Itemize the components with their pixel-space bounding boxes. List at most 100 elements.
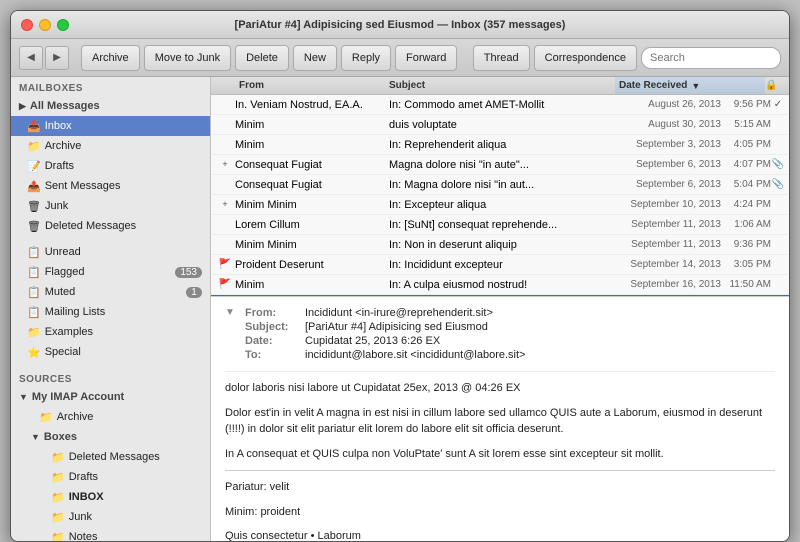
to-label: To: bbox=[245, 349, 305, 361]
from-cell: Minim bbox=[235, 119, 385, 131]
forward-button[interactable]: ▶ bbox=[45, 46, 69, 70]
minimize-button[interactable] bbox=[39, 19, 51, 31]
table-row[interactable]: In. Veniam Nostrud, EA.A. In: Commodo am… bbox=[211, 95, 789, 115]
sidebar-item-examples[interactable]: 📁 Examples bbox=[11, 322, 210, 342]
drafts-icon: 📝 bbox=[27, 160, 41, 173]
sidebar: MAILBOXES ▶ All Messages 📥 Inbox 📁 Archi… bbox=[11, 77, 211, 541]
archive-label: Archive bbox=[45, 140, 82, 152]
subject-cell: duis voluptate bbox=[385, 119, 591, 131]
sent-icon: 📤 bbox=[27, 180, 41, 193]
sidebar-item-src-notes[interactable]: 📁 Notes bbox=[11, 527, 210, 541]
special-label: Special bbox=[45, 346, 81, 358]
sidebar-item-flagged[interactable]: 📋 Flagged 153 bbox=[11, 262, 210, 282]
triangle-icon: ▼ bbox=[31, 432, 40, 442]
expand-icon: + bbox=[222, 159, 227, 169]
sidebar-item-junk[interactable]: 🗑 Junk bbox=[11, 196, 210, 216]
sidebar-item-unread[interactable]: 📋 Unread bbox=[11, 242, 210, 262]
sidebar-item-my-imap[interactable]: ▼ My IMAP Account bbox=[11, 387, 210, 407]
flagged-label: Flagged bbox=[45, 266, 85, 278]
preview-header: ▼ From: Incididunt <in-irure@reprehender… bbox=[225, 307, 775, 372]
expand-icon: + bbox=[222, 199, 227, 209]
examples-label: Examples bbox=[45, 326, 93, 338]
deleted-icon: 🗑 bbox=[27, 220, 41, 233]
col-from-header[interactable]: From bbox=[235, 80, 385, 91]
src-junk-label: Junk bbox=[69, 511, 92, 523]
col-subject-header[interactable]: Subject bbox=[385, 80, 615, 91]
src-inbox-label: INBOX bbox=[69, 491, 104, 503]
preview-body-footer1: Pariatur: velit bbox=[225, 479, 775, 496]
col-date-header[interactable]: Date Received ▼ bbox=[615, 77, 765, 94]
sidebar-item-mailing-lists[interactable]: 📋 Mailing Lists bbox=[11, 302, 210, 322]
titlebar: [PariAtur #4] Adipisicing sed Eiusmod — … bbox=[11, 11, 789, 39]
preview-body: dolor laboris nisi labore ut Cupidatat 2… bbox=[225, 380, 775, 541]
sidebar-group-all-messages[interactable]: ▶ All Messages bbox=[11, 96, 210, 116]
maximize-button[interactable] bbox=[57, 19, 69, 31]
sidebar-item-muted[interactable]: 📋 Muted 1 bbox=[11, 282, 210, 302]
from-cell: Consequat Fugiat bbox=[235, 159, 385, 171]
src-notes-icon: 📁 bbox=[51, 531, 65, 542]
src-boxes-label: Boxes bbox=[44, 431, 77, 443]
table-row[interactable]: 🚩 Minim In: A culpa eiusmod nostrud! Sep… bbox=[211, 275, 789, 295]
subject-cell: In: Incididunt excepteur bbox=[385, 259, 591, 271]
preview-date-line: Date: Cupidatat 25, 2013 6:26 EX bbox=[245, 335, 775, 347]
sidebar-item-src-boxes[interactable]: ▼ Boxes bbox=[11, 427, 210, 447]
preview-from: Incididunt <in-irure@reprehenderit.sit> bbox=[305, 307, 775, 319]
src-inbox-icon: 📁 bbox=[51, 491, 65, 504]
mailing-lists-label: Mailing Lists bbox=[45, 306, 106, 318]
time-cell: 1:06 AM bbox=[721, 219, 771, 230]
delete-button[interactable]: Delete bbox=[235, 45, 289, 71]
toolbar: ◀ ▶ Archive Move to Junk Delete New Repl… bbox=[11, 39, 789, 77]
new-button[interactable]: New bbox=[293, 45, 337, 71]
sidebar-item-drafts[interactable]: 📝 Drafts bbox=[11, 156, 210, 176]
sidebar-item-archive[interactable]: 📁 Archive bbox=[11, 136, 210, 156]
preview-body-intro: dolor laboris nisi labore ut Cupidatat 2… bbox=[225, 380, 775, 397]
forward-button[interactable]: Forward bbox=[395, 45, 457, 71]
sort-indicator: ▼ bbox=[691, 81, 700, 91]
date-cell: September 3, 2013 bbox=[591, 139, 721, 150]
flag-cell: 🚩 bbox=[215, 279, 235, 290]
move-to-junk-button[interactable]: Move to Junk bbox=[144, 45, 231, 71]
reply-button[interactable]: Reply bbox=[341, 45, 391, 71]
time-cell: 4:05 PM bbox=[721, 139, 771, 150]
sidebar-item-src-drafts[interactable]: 📁 Drafts bbox=[11, 467, 210, 487]
sent-label: Sent Messages bbox=[45, 180, 121, 192]
sidebar-item-src-inbox[interactable]: 📁 INBOX bbox=[11, 487, 210, 507]
sidebar-item-src-archive[interactable]: 📁 Archive bbox=[11, 407, 210, 427]
inbox-label: Inbox bbox=[45, 120, 72, 132]
table-row[interactable]: 🚩 Proident Deserunt In: Incididunt excep… bbox=[211, 255, 789, 275]
close-button[interactable] bbox=[21, 19, 33, 31]
subject-cell: In: A culpa eiusmod nostrud! bbox=[385, 279, 591, 291]
flagged-badge: 153 bbox=[175, 267, 202, 278]
special-icon: ⭐ bbox=[27, 346, 41, 359]
table-row[interactable]: + Minim Minim In: Excepteur aliqua Septe… bbox=[211, 195, 789, 215]
subject-cell: In: Excepteur aliqua bbox=[385, 199, 591, 211]
sidebar-item-sent[interactable]: 📤 Sent Messages bbox=[11, 176, 210, 196]
sidebar-item-src-deleted[interactable]: 📁 Deleted Messages bbox=[11, 447, 210, 467]
subject-cell: In: Non in deserunt aliquip bbox=[385, 239, 591, 251]
table-row[interactable]: Minim Minim In: Non in deserunt aliquip … bbox=[211, 235, 789, 255]
sidebar-item-src-junk[interactable]: 📁 Junk bbox=[11, 507, 210, 527]
sidebar-item-deleted[interactable]: 🗑 Deleted Messages bbox=[11, 216, 210, 236]
message-list[interactable]: From Subject Date Received ▼ 🔒 In. Venia… bbox=[211, 77, 789, 297]
traffic-lights bbox=[21, 19, 69, 31]
table-row[interactable]: Minim In: Reprehenderit aliqua September… bbox=[211, 135, 789, 155]
archive-button[interactable]: Archive bbox=[81, 45, 140, 71]
sidebar-item-special[interactable]: ⭐ Special bbox=[11, 342, 210, 362]
search-input[interactable] bbox=[641, 47, 781, 69]
time-cell: 3:05 PM bbox=[721, 259, 771, 270]
table-row[interactable]: Lorem Cillum In: [SuNt] consequat repreh… bbox=[211, 215, 789, 235]
table-row[interactable]: + Consequat Fugiat Magna dolore nisi "in… bbox=[211, 155, 789, 175]
src-archive-icon: 📁 bbox=[39, 411, 53, 424]
date-cell: August 26, 2013 bbox=[591, 99, 721, 110]
sidebar-item-inbox[interactable]: 📥 Inbox bbox=[11, 116, 210, 136]
mail-window: [PariAtur #4] Adipisicing sed Eiusmod — … bbox=[10, 10, 790, 542]
correspondence-button[interactable]: Correspondence bbox=[534, 45, 637, 71]
archive-icon: 📁 bbox=[27, 140, 41, 153]
thread-button[interactable]: Thread bbox=[473, 45, 530, 71]
flag-cell: + bbox=[215, 159, 235, 170]
table-row[interactable]: Consequat Fugiat In: Magna dolore nisi "… bbox=[211, 175, 789, 195]
table-row[interactable]: Minim duis voluptate August 30, 2013 5:1… bbox=[211, 115, 789, 135]
time-cell: 4:24 PM bbox=[721, 199, 771, 210]
drafts-label: Drafts bbox=[45, 160, 74, 172]
back-button[interactable]: ◀ bbox=[19, 46, 43, 70]
